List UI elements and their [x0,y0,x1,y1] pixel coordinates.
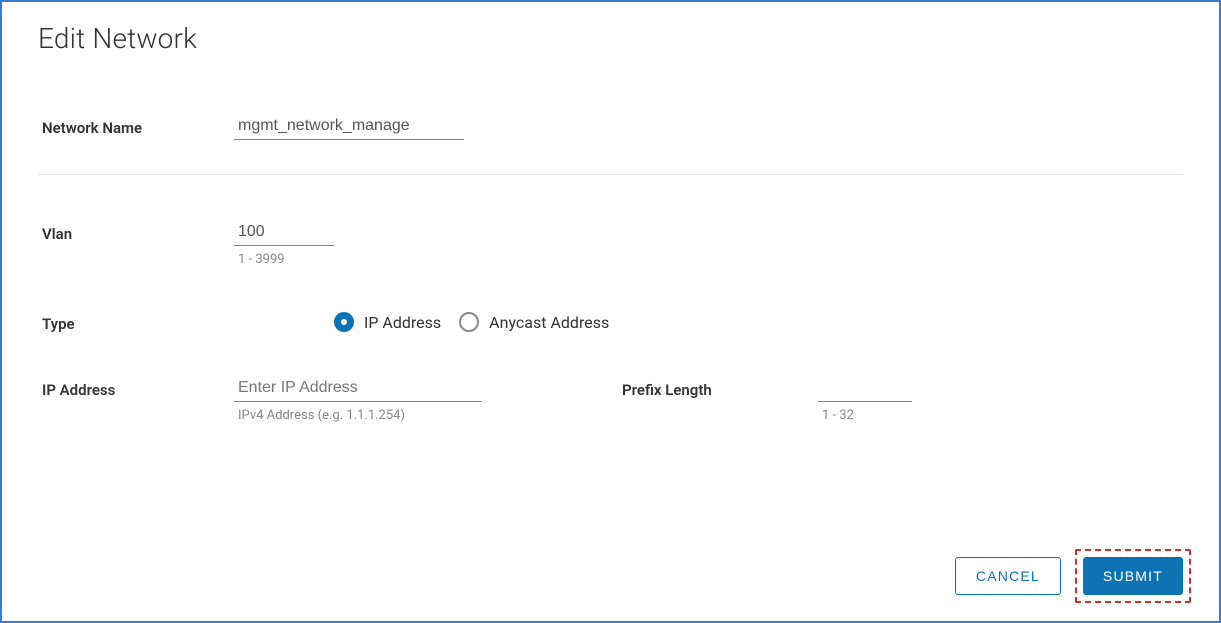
network-name-input[interactable] [234,115,464,140]
type-options: IP Address Anycast Address [234,312,609,332]
radio-unchecked-icon [459,312,479,332]
prefix-length-input[interactable] [818,377,912,402]
submit-button[interactable]: SUBMIT [1083,557,1183,595]
section-divider [38,174,1183,175]
type-radio-anycast[interactable]: Anycast Address [459,312,609,332]
type-row: Type IP Address Anycast Address [38,311,1183,333]
network-name-label: Network Name [42,115,234,137]
prefix-length-hint: 1 - 32 [818,408,912,423]
ip-address-input[interactable] [234,377,482,402]
ip-row: IP Address IPv4 Address (e.g. 1.1.1.254)… [38,377,1183,423]
cancel-button[interactable]: CANCEL [955,557,1061,595]
type-radio-anycast-label: Anycast Address [489,313,609,332]
ip-address-hint: IPv4 Address (e.g. 1.1.1.254) [234,408,482,423]
network-name-row: Network Name [38,115,1183,140]
prefix-length-label: Prefix Length [622,377,818,399]
type-radio-ip-label: IP Address [364,313,441,332]
radio-checked-icon [334,312,354,332]
type-label: Type [42,311,234,333]
dialog-footer: CANCEL SUBMIT [955,549,1191,603]
ip-address-label: IP Address [42,377,234,399]
vlan-label: Vlan [42,221,234,243]
vlan-hint: 1 - 3999 [234,252,334,267]
vlan-row: Vlan 1 - 3999 [38,221,1183,267]
submit-highlight-box: SUBMIT [1075,549,1191,603]
type-radio-ip[interactable]: IP Address [334,312,441,332]
edit-network-dialog: Edit Network Network Name Vlan 1 - 3999 … [0,0,1221,623]
dialog-title: Edit Network [38,22,1183,55]
vlan-input[interactable] [234,221,334,246]
